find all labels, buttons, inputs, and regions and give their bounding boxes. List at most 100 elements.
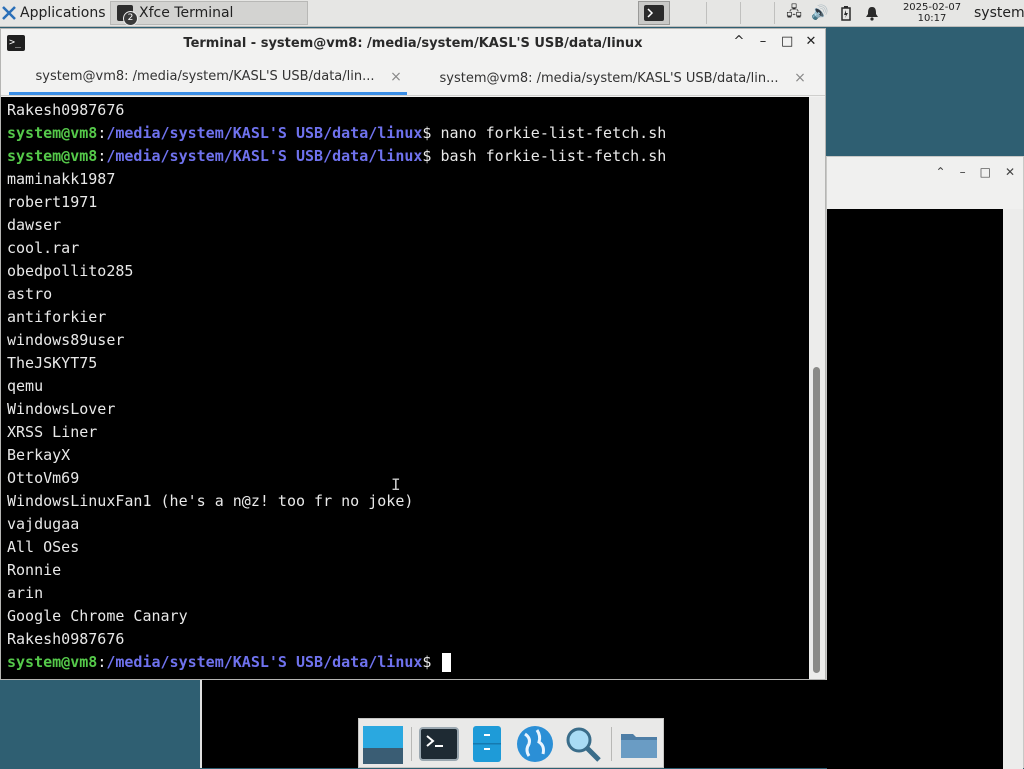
terminal-icon: 2: [117, 5, 138, 26]
terminal-output-line: windows89user: [7, 331, 125, 349]
terminal-icon: [644, 5, 664, 21]
show-desktop-button[interactable]: [363, 724, 403, 764]
window-controls: ^ – □ ✕: [733, 34, 817, 49]
tab-bar: system@vm8: /media/system/KASL'S USB/dat…: [1, 61, 825, 96]
terminal-output-line: Ronnie: [7, 561, 62, 579]
terminal-output-line: Google Chrome Canary: [7, 607, 188, 625]
terminal-output-line: qemu: [7, 377, 44, 395]
volume-icon[interactable]: 🔊: [811, 5, 828, 21]
terminal-prompt-line: system@vm8:/media/system/KASL'S USB/data…: [7, 122, 809, 145]
prompt-separator: :: [97, 124, 107, 142]
user-menu[interactable]: system: [974, 0, 1024, 26]
window-title: Terminal - system@vm8: /media/system/KAS…: [183, 36, 643, 51]
dock: [358, 718, 664, 768]
tab-close-button[interactable]: ×: [789, 70, 811, 86]
dock-separator: [411, 727, 412, 761]
terminal-output-line: astro: [7, 285, 53, 303]
minimize-button[interactable]: –: [960, 165, 966, 179]
applications-menu[interactable]: Applications ⋮: [2, 0, 124, 26]
terminal-output[interactable]: Rakesh0987676 system@vm8:/media/system/KA…: [1, 97, 809, 679]
terminal-output-line: dawser: [7, 216, 62, 234]
prompt-path: /media/system/KASL'S USB/data/linux: [106, 653, 423, 671]
tab-close-button[interactable]: ×: [385, 69, 407, 85]
tab-label: system@vm8: /media/system/KASL'S USB/dat…: [439, 70, 779, 86]
terminal-output-line: maminakk1987: [7, 170, 116, 188]
prompt-separator: :: [97, 653, 107, 671]
taskbar-item-label: Xfce Terminal: [139, 5, 234, 21]
command-text: bash forkie-list-fetch.sh: [431, 147, 667, 165]
tab-terminal-1[interactable]: system@vm8: /media/system/KASL'S USB/dat…: [9, 61, 407, 95]
terminal-output-line: XRSS Liner: [7, 423, 98, 441]
workspace-divider: [774, 2, 775, 24]
terminal-output-line: Rakesh0987676: [7, 630, 125, 648]
web-browser-launcher[interactable]: [515, 724, 555, 764]
terminal-icon: [419, 727, 459, 761]
terminal-output-line: vajdugaa: [7, 515, 80, 533]
terminal-launcher[interactable]: [419, 724, 459, 764]
prompt-path: /media/system/KASL'S USB/data/linux: [106, 124, 423, 142]
terminal-output-line: OttoVm69: [7, 469, 80, 487]
system-tray: 🖧 🔊: [786, 0, 880, 26]
background-terminal-area[interactable]: [827, 209, 1005, 769]
background-terminal-window[interactable]: ⌃ – □ ✕: [826, 156, 1024, 769]
top-panel: Applications ⋮ 2 Xfce Terminal 🖧 🔊 2025-…: [0, 0, 1024, 27]
terminal-output-line: WindowsLover: [7, 400, 116, 418]
search-icon: [566, 727, 601, 762]
clock-date: 2025-02-07: [902, 2, 962, 13]
dock-separator: [611, 727, 612, 761]
maximize-button[interactable]: □: [781, 34, 793, 49]
prompt-user: system@vm8: [7, 124, 98, 142]
text-cursor-icon: I: [391, 475, 401, 494]
prompt-path: /media/system/KASL'S USB/data/linux: [106, 147, 423, 165]
terminal-output-line: All OSes: [7, 538, 80, 556]
globe-icon: [517, 726, 553, 762]
close-button[interactable]: ✕: [805, 34, 817, 49]
terminal-output-line: robert1971: [7, 193, 98, 211]
prompt-user: system@vm8: [7, 653, 98, 671]
shade-button[interactable]: ⌃: [936, 165, 946, 179]
terminal-scrollbar[interactable]: [809, 97, 825, 679]
file-cabinet-launcher[interactable]: [467, 724, 507, 764]
background-scrollbar[interactable]: [1003, 209, 1023, 769]
terminal-output-line: obedpollito285: [7, 262, 134, 280]
window-count-badge: 2: [123, 11, 138, 26]
applications-label: Applications: [20, 5, 106, 21]
terminal-window[interactable]: >_ Terminal - system@vm8: /media/system/…: [0, 28, 826, 680]
workspace-switcher[interactable]: [638, 1, 670, 25]
file-manager-launcher[interactable]: [619, 724, 659, 764]
network-icon[interactable]: 🖧: [786, 4, 802, 21]
taskbar-item-terminal[interactable]: 2 Xfce Terminal: [110, 1, 308, 26]
terminal-output-line: arin: [7, 584, 44, 602]
workspace-divider: [740, 2, 741, 24]
terminal-output-line: Rakesh0987676: [7, 101, 125, 119]
app-finder-launcher[interactable]: [563, 724, 603, 764]
battery-icon[interactable]: [838, 5, 854, 21]
terminal-output-line: WindowsLinuxFan1 (he's a n@z! too fr no …: [7, 492, 414, 510]
terminal-output-line: cool.rar: [7, 239, 80, 257]
background-window-controls: ⌃ – □ ✕: [936, 165, 1015, 179]
command-text: nano forkie-list-fetch.sh: [431, 124, 667, 142]
shade-button[interactable]: ^: [733, 34, 745, 49]
terminal-prompt-line: system@vm8:/media/system/KASL'S USB/data…: [7, 651, 809, 674]
minimize-button[interactable]: –: [757, 34, 769, 49]
close-button[interactable]: ✕: [1005, 165, 1015, 179]
folder-icon: [621, 734, 657, 758]
file-cabinet-icon: [473, 726, 501, 762]
xfce-logo-icon: [2, 6, 16, 20]
scrollbar-thumb[interactable]: [813, 367, 820, 673]
terminal-output-line: TheJSKYT75: [7, 354, 98, 372]
terminal-output-line: antiforkier: [7, 308, 107, 326]
workspace-divider: [706, 2, 707, 24]
prompt-separator: :: [97, 147, 107, 165]
terminal-cursor: [442, 653, 452, 672]
terminal-output-line: BerkayX: [7, 446, 71, 464]
command-text: [431, 653, 440, 671]
terminal-prompt-line: system@vm8:/media/system/KASL'S USB/data…: [7, 145, 809, 168]
clock[interactable]: 2025-02-07 10:17: [898, 0, 966, 26]
title-bar[interactable]: >_ Terminal - system@vm8: /media/system/…: [1, 29, 825, 59]
maximize-button[interactable]: □: [980, 165, 991, 179]
bell-icon[interactable]: [864, 5, 880, 21]
tab-label: system@vm8: /media/system/KASL'S USB/dat…: [35, 69, 375, 84]
user-label: system: [974, 5, 1024, 21]
tab-terminal-2[interactable]: system@vm8: /media/system/KASL'S USB/dat…: [413, 61, 811, 95]
